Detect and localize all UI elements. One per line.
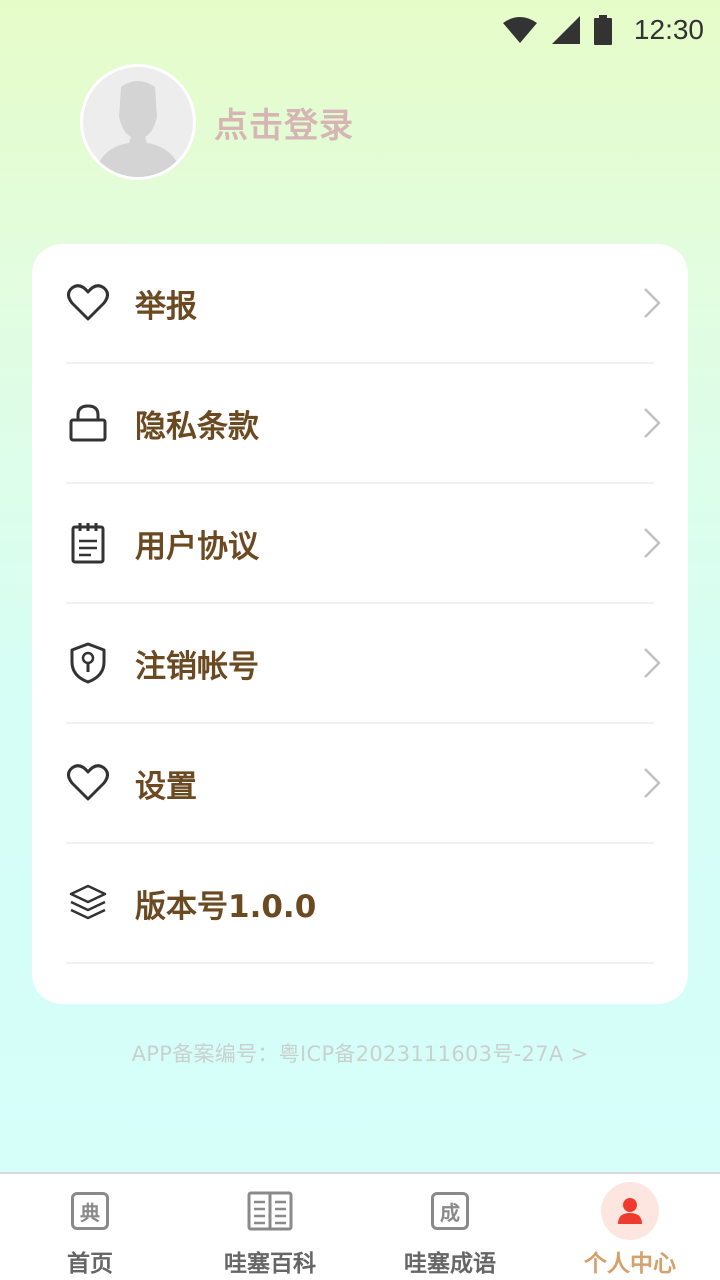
tab-encyclopedia[interactable]: 哇塞百科 xyxy=(180,1174,360,1280)
menu-item-delete-account[interactable]: 注销帐号 xyxy=(66,604,661,724)
menu-item-settings[interactable]: 设置 xyxy=(66,724,661,844)
layers-icon xyxy=(66,881,110,925)
profile-header[interactable]: 点击登录 xyxy=(80,64,354,180)
notepad-icon xyxy=(66,521,110,565)
chevron-right-icon xyxy=(644,528,661,558)
dictionary-glyph: 典 xyxy=(80,1200,100,1225)
menu-item-privacy[interactable]: 隐私条款 xyxy=(66,364,661,484)
shield-key-icon xyxy=(66,641,110,685)
status-time: 12:30 xyxy=(633,14,704,45)
tab-label: 哇塞成语 xyxy=(404,1251,496,1277)
heart-icon xyxy=(66,281,110,325)
tab-profile[interactable]: 个人中心 xyxy=(540,1174,720,1280)
battery-icon xyxy=(593,15,612,45)
menu-item-label: 举报 xyxy=(135,288,197,325)
status-bar: 12:30 xyxy=(0,0,720,60)
menu-item-version: 版本号1.0.0 xyxy=(66,844,654,964)
person-icon xyxy=(618,1198,642,1224)
tab-label: 首页 xyxy=(67,1251,113,1277)
avatar[interactable] xyxy=(80,64,196,180)
tab-label: 哇塞百科 xyxy=(224,1251,316,1277)
menu-item-report[interactable]: 举报 xyxy=(66,244,661,364)
tab-home[interactable]: 典 首页 xyxy=(0,1174,180,1280)
bottom-tab-bar: 典 首页 哇塞百科 成 哇塞成语 个人中心 xyxy=(0,1172,720,1280)
menu-item-user-agreement[interactable]: 用户协议 xyxy=(66,484,661,604)
menu-item-label: 注销帐号 xyxy=(135,648,259,685)
menu-item-label: 设置 xyxy=(135,768,197,805)
idiom-glyph: 成 xyxy=(440,1200,460,1225)
wifi-icon xyxy=(502,17,537,43)
chevron-right-icon xyxy=(644,768,661,798)
user-silhouette-icon xyxy=(93,81,183,177)
tab-label: 个人中心 xyxy=(584,1251,676,1277)
chevron-right-icon xyxy=(644,648,661,678)
menu-item-label: 用户协议 xyxy=(135,528,259,565)
heart-icon xyxy=(66,761,110,805)
menu-item-label: 隐私条款 xyxy=(135,408,259,445)
idiom-icon: 成 xyxy=(431,1192,469,1230)
signal-icon xyxy=(551,16,580,44)
lock-icon xyxy=(66,401,110,445)
chevron-right-icon xyxy=(644,408,661,438)
chevron-right-icon xyxy=(644,288,661,318)
dictionary-icon: 典 xyxy=(71,1192,109,1230)
book-icon xyxy=(247,1191,293,1231)
active-tab-indicator xyxy=(601,1182,659,1240)
menu-card: 举报 隐私条款 用户协议 注销帐号 设置 版本号1.0.0 xyxy=(32,244,688,1004)
login-link[interactable]: 点击登录 xyxy=(214,98,354,147)
version-label: 版本号1.0.0 xyxy=(135,888,317,925)
tab-idioms[interactable]: 成 哇塞成语 xyxy=(360,1174,540,1280)
icp-record-link[interactable]: APP备案编号：粤ICP备2023111603号-27A > xyxy=(0,1038,720,1068)
